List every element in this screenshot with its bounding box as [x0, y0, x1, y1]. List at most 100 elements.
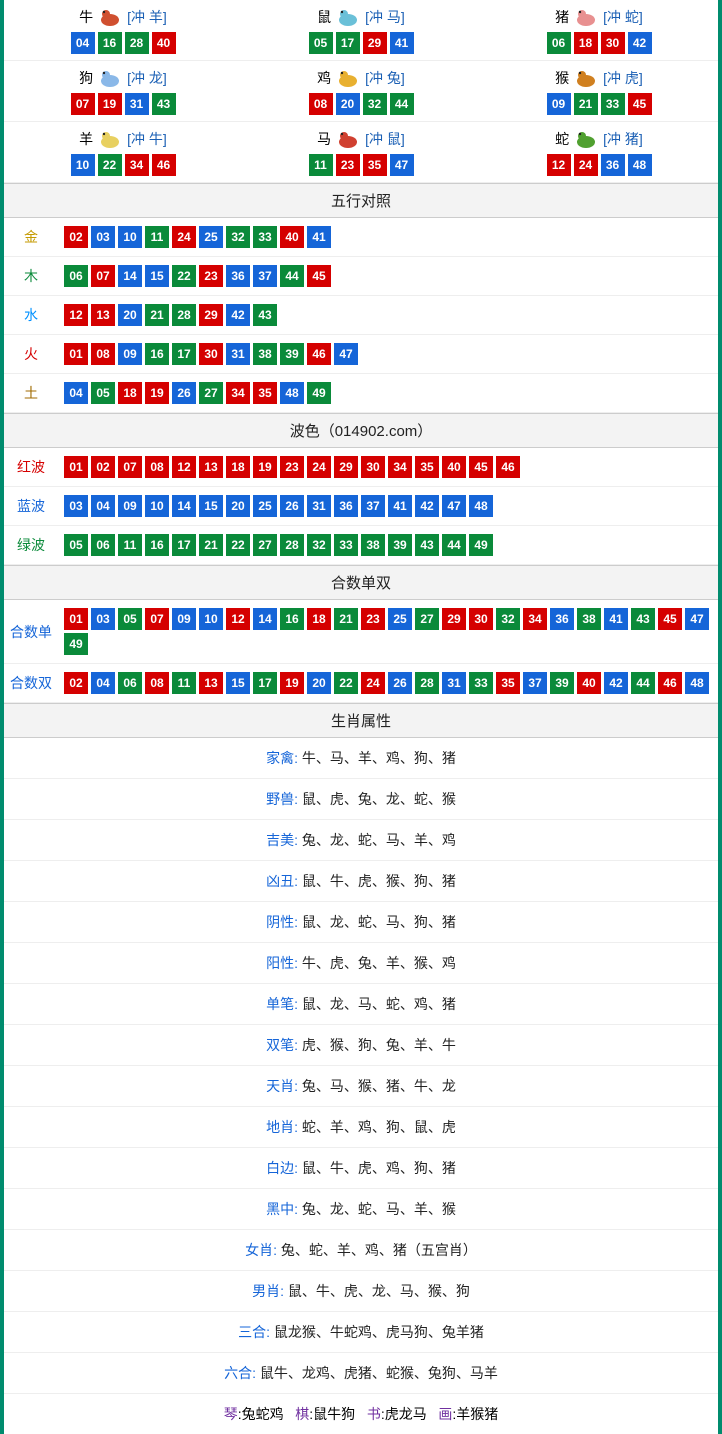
number-chip: 28	[415, 672, 439, 694]
attr-value: 鼠、虎、兔、龙、蛇、猴	[302, 791, 456, 807]
attr-value: 蛇、羊、鸡、狗、鼠、虎	[302, 1119, 456, 1135]
number-chip: 34	[125, 154, 149, 176]
row-numbers: 03040910141520252631363741424748	[58, 487, 718, 525]
number-chip: 46	[658, 672, 682, 694]
number-chip: 07	[71, 93, 95, 115]
number-chip: 37	[361, 495, 385, 517]
zodiac-cell: 牛[冲 羊]04162840	[4, 0, 242, 61]
number-chip: 16	[145, 343, 169, 365]
number-chip: 12	[64, 304, 88, 326]
zodiac-icon	[333, 128, 363, 150]
number-chip: 42	[604, 672, 628, 694]
row-numbers: 02031011242532334041	[58, 218, 718, 256]
footer-key: 画	[438, 1406, 452, 1422]
table-row: 火0108091617303138394647	[4, 335, 718, 374]
number-chip: 38	[253, 343, 277, 365]
table-row: 金02031011242532334041	[4, 218, 718, 257]
number-chip: 47	[390, 154, 414, 176]
attr-key: 三合:	[238, 1324, 274, 1340]
row-label: 土	[4, 375, 58, 411]
number-chip: 05	[64, 534, 88, 556]
number-chip: 42	[628, 32, 652, 54]
number-chip: 36	[334, 495, 358, 517]
number-chip: 09	[118, 343, 142, 365]
number-chip: 32	[363, 93, 387, 115]
number-chip: 07	[118, 456, 142, 478]
number-chip: 45	[658, 608, 682, 630]
attr-key: 天肖:	[266, 1078, 302, 1094]
attr-value: 牛、虎、兔、羊、猴、鸡	[302, 955, 456, 971]
number-chip: 41	[388, 495, 412, 517]
zodiac-cell: 猴[冲 虎] 09213345	[480, 61, 718, 122]
number-chip: 06	[64, 265, 88, 287]
zodiac-name: 猪	[555, 7, 569, 27]
number-chip: 43	[631, 608, 655, 630]
number-chip: 22	[226, 534, 250, 556]
number-chip: 30	[469, 608, 493, 630]
number-chip: 18	[574, 32, 598, 54]
number-chip: 43	[415, 534, 439, 556]
footer-row: 琴:兔蛇鸡 棋:鼠牛狗 书:虎龙马 画:羊猴猪	[4, 1394, 718, 1434]
attr-value: 鼠、龙、马、蛇、鸡、猪	[302, 996, 456, 1012]
main-container: 牛[冲 羊]04162840鼠[冲 马]05172941猪[冲 蛇]061830…	[0, 0, 722, 1434]
zodiac-numbers: 09213345	[547, 93, 652, 115]
number-chip: 36	[550, 608, 574, 630]
row-numbers: 04051819262734354849	[58, 374, 718, 412]
number-chip: 29	[199, 304, 223, 326]
number-chip: 36	[226, 265, 250, 287]
number-chip: 40	[577, 672, 601, 694]
zodiac-head: 猴[冲 虎]	[480, 67, 718, 89]
number-chip: 42	[226, 304, 250, 326]
number-chip: 24	[307, 456, 331, 478]
wuxing-table: 金02031011242532334041木060714152223363744…	[4, 218, 718, 413]
row-numbers: 0204060811131517192022242628313335373940…	[58, 664, 718, 702]
zodiac-numbers: 04162840	[71, 32, 176, 54]
attr-row: 六合: 鼠牛、龙鸡、虎猪、蛇猴、兔狗、马羊	[4, 1353, 718, 1394]
attr-value: 牛、马、羊、鸡、狗、猪	[302, 750, 456, 766]
attr-key: 凶丑:	[266, 873, 302, 889]
section-wuxing-header: 五行对照	[4, 183, 718, 218]
number-chip: 49	[64, 633, 88, 655]
zodiac-icon	[95, 6, 125, 28]
number-chip: 46	[496, 456, 520, 478]
zodiac-cell: 鸡[冲 兔]08203244	[242, 61, 480, 122]
number-chip: 39	[550, 672, 574, 694]
number-chip: 33	[253, 226, 277, 248]
number-chip: 30	[601, 32, 625, 54]
number-chip: 45	[469, 456, 493, 478]
table-row: 合数单0103050709101214161821232527293032343…	[4, 600, 718, 664]
attr-value: 鼠龙猴、牛蛇鸡、虎马狗、兔羊猪	[274, 1324, 484, 1340]
number-chip: 31	[442, 672, 466, 694]
number-chip: 03	[91, 226, 115, 248]
number-chip: 16	[98, 32, 122, 54]
number-chip: 40	[442, 456, 466, 478]
number-chip: 47	[685, 608, 709, 630]
attr-row: 天肖: 兔、马、猴、猪、牛、龙	[4, 1066, 718, 1107]
zodiac-name: 鸡	[317, 68, 331, 88]
number-chip: 37	[253, 265, 277, 287]
attr-key: 男肖:	[252, 1283, 288, 1299]
number-chip: 10	[145, 495, 169, 517]
number-chip: 05	[309, 32, 333, 54]
number-chip: 02	[64, 226, 88, 248]
number-chip: 13	[91, 304, 115, 326]
number-chip: 32	[226, 226, 250, 248]
attr-key: 白边:	[266, 1160, 302, 1176]
number-chip: 47	[442, 495, 466, 517]
number-chip: 07	[145, 608, 169, 630]
number-chip: 10	[71, 154, 95, 176]
number-chip: 17	[253, 672, 277, 694]
number-chip: 23	[336, 154, 360, 176]
zodiac-icon	[95, 128, 125, 150]
row-label: 水	[4, 297, 58, 333]
footer-key: 琴	[224, 1406, 238, 1422]
number-chip: 33	[601, 93, 625, 115]
zodiac-name: 牛	[79, 7, 93, 27]
attr-row: 地肖: 蛇、羊、鸡、狗、鼠、虎	[4, 1107, 718, 1148]
zodiac-name: 猴	[555, 68, 569, 88]
number-chip: 11	[145, 226, 169, 248]
attrs-table: 家禽: 牛、马、羊、鸡、狗、猪野兽: 鼠、虎、兔、龙、蛇、猴吉美: 兔、龙、蛇、…	[4, 738, 718, 1394]
number-chip: 09	[547, 93, 571, 115]
zodiac-head: 羊[冲 牛]	[4, 128, 242, 150]
row-numbers: 1213202128294243	[58, 296, 718, 334]
